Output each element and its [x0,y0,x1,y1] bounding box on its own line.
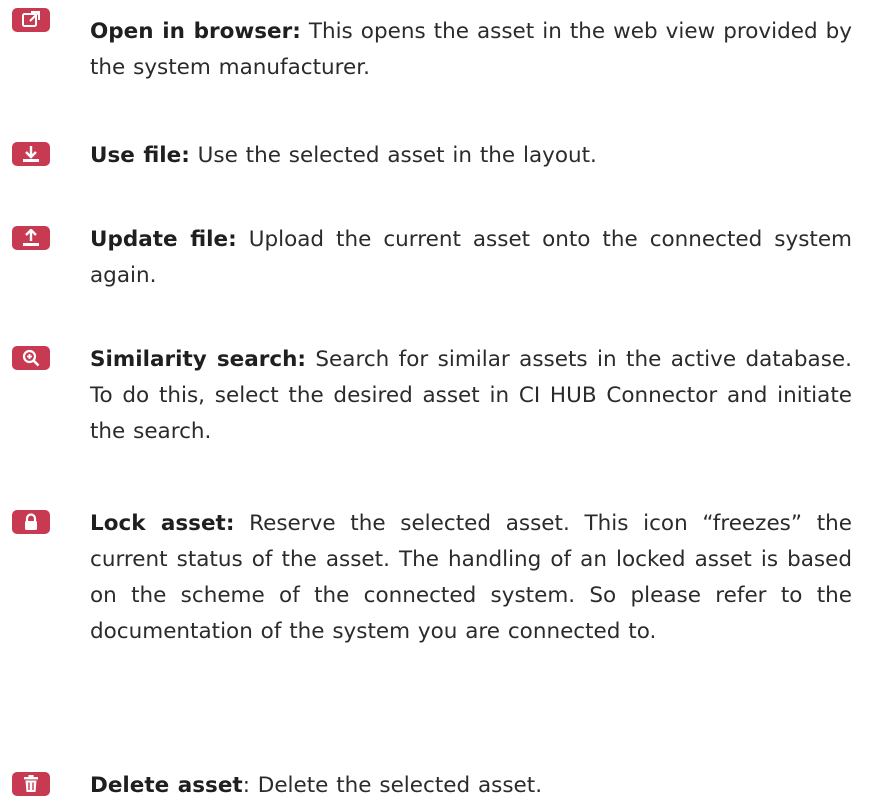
term-label: Open in browser: [90,19,301,44]
term-label: Update file: [90,227,237,252]
term-label: Lock asset: [90,511,235,536]
list-item-text: Delete asset: Delete the selected asset. [90,768,852,804]
list-item-text: Open in browser: This opens the asset in… [90,14,852,86]
term-label: Similarity search: [90,347,306,372]
open-external-icon [12,8,50,32]
zoom-in-icon [12,346,50,370]
download-icon [12,142,50,166]
list-item-text: Use file: Use the selected asset in the … [90,138,852,174]
list-item-text: Update file: Upload the current asset on… [90,222,852,294]
upload-icon [12,226,50,250]
lock-icon [12,510,50,534]
description-text: Delete the selected asset. [249,773,543,798]
list-item-text: Similarity search: Search for similar as… [90,342,852,450]
description-text: Use the selected asset in the layout. [189,143,597,168]
list-item-text: Lock asset: Reserve the selected asset. … [90,506,852,650]
trash-icon [12,772,50,796]
term-label: Delete asset [90,773,243,798]
term-label: Use file: [90,143,190,168]
term-separator: : [242,773,250,798]
